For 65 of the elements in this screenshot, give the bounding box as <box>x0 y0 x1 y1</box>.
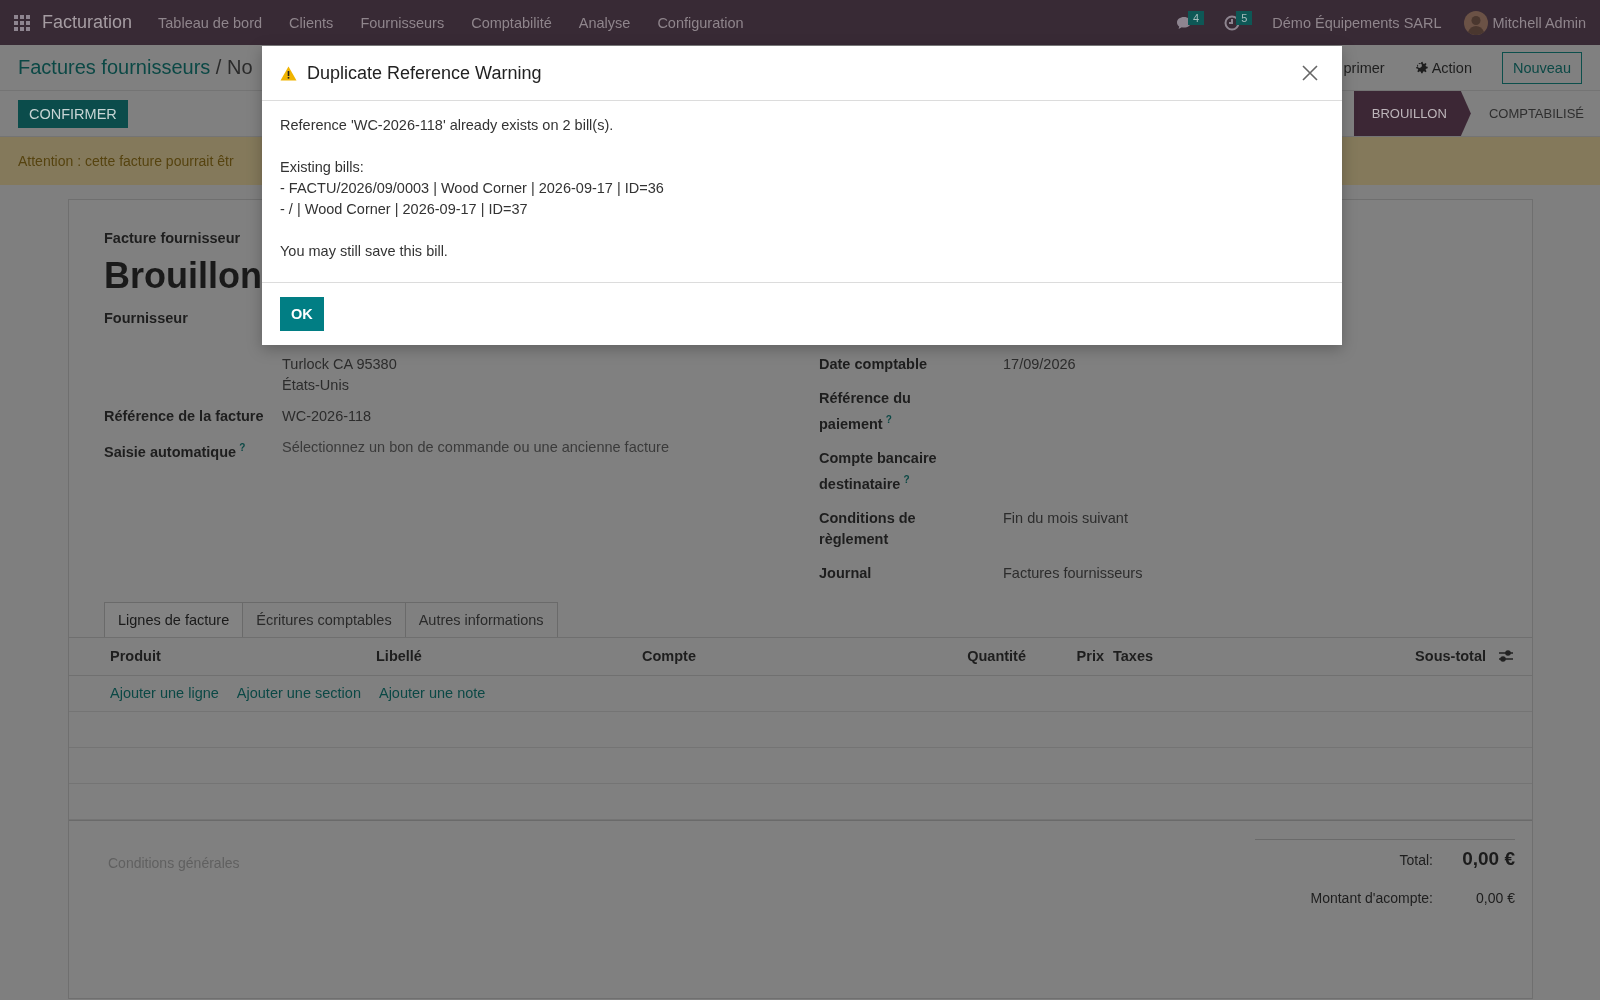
dialog-message-line: Existing bills: <box>280 158 365 177</box>
new-button[interactable]: Nouveau <box>1501 51 1582 84</box>
total-value: 0,00 € <box>1461 847 1515 870</box>
field-value[interactable]: WC-2026-118 <box>282 406 819 427</box>
field-value[interactable]: Factures fournisseurs <box>1003 562 1532 584</box>
status-stage[interactable]: BROUILLON <box>1353 91 1471 136</box>
column-header: Libellé <box>376 648 423 665</box>
field-label: Référence du paiement $^{?}$ <box>819 389 912 434</box>
field-label: Conditions de règlement <box>819 508 917 549</box>
document-title: Brouillon <box>104 254 263 298</box>
column-header: Quantité <box>966 648 1026 665</box>
warning-icon <box>280 65 297 81</box>
breadcrumb: Factures fournisseurs / No <box>18 56 253 79</box>
action-menu-button[interactable]: Action <box>1414 59 1472 76</box>
dialog-message-line: - FACTU/2026/09/0003 | Wood Corner | 2026-09-17 | ID=36 <box>280 179 665 198</box>
apps-grid-icon[interactable] <box>14 14 30 31</box>
field-value[interactable]: 17/09/2026 <box>1003 354 1532 375</box>
input-field[interactable]: Sélectionnez un bon de commande ou une ancienne facture <box>282 437 819 463</box>
field-label: Saisie automatique $^{?}$ <box>104 441 247 462</box>
ok-button[interactable]: OK <box>280 297 324 331</box>
app-name[interactable]: Facturation <box>42 12 133 33</box>
dialog-title: Duplicate Reference Warning <box>307 62 542 84</box>
dialog-message-line: - / | Wood Corner | 2026-09-17 | ID=37 <box>280 200 529 219</box>
column-header: Prix <box>1075 648 1104 665</box>
menu-item[interactable]: Tableau de bord <box>158 14 263 31</box>
column-header: Sous-total <box>1414 648 1486 665</box>
gear-icon <box>1414 61 1428 74</box>
address-line: États-Unis <box>282 376 350 395</box>
field-value[interactable]: Fin du mois suivant <box>1003 507 1532 550</box>
dialog-message-line: You may still save this bill. <box>280 242 449 261</box>
warning-text: Attention : cette facture pourrait êtr <box>18 153 234 169</box>
menu-item[interactable]: Clients <box>289 14 334 31</box>
print-menu-button[interactable]: primer <box>1343 59 1385 76</box>
clock-icon[interactable] <box>1224 14 1241 31</box>
dialog-message-line: Reference 'WC-2026-118' already exists on 2 bill(s). <box>280 116 615 135</box>
field-label: Référence de la facture <box>104 407 265 426</box>
menu-item[interactable]: Fournisseurs <box>360 14 445 31</box>
field-label: Journal <box>819 563 873 583</box>
column-header: Taxes <box>1112 648 1155 665</box>
add-line-link[interactable]: Ajouter une note <box>378 685 486 702</box>
column-settings-icon[interactable] <box>1498 649 1514 664</box>
menu-item[interactable]: Comptabilité <box>471 14 552 31</box>
activities-count-badge: 5 <box>1236 10 1253 25</box>
tab[interactable]: Lignes de facture <box>104 601 244 637</box>
add-line-link[interactable]: Ajouter une section <box>236 685 361 702</box>
field-label: Fournisseur <box>104 309 189 328</box>
close-icon[interactable] <box>1302 65 1318 81</box>
status-stage[interactable]: COMPTABILISÉ <box>1470 91 1600 136</box>
company-name[interactable]: Démo Équipements SARL <box>1272 14 1442 31</box>
tab[interactable]: Autres informations <box>404 601 558 637</box>
address-line: Turlock CA 95380 <box>282 355 398 374</box>
field-label: Date comptable <box>819 355 928 374</box>
column-header: Produit <box>110 648 162 665</box>
document-type-label: Facture fournisseur <box>104 229 242 248</box>
field-label: Compte bancaire destinataire $^{?}$ <box>819 448 938 494</box>
total-label: Montant d'acompte: <box>1310 889 1433 906</box>
add-line-link[interactable]: Ajouter une ligne <box>110 685 219 702</box>
column-header: Compte <box>642 648 697 665</box>
menu-item[interactable]: Configuration <box>657 14 744 31</box>
total-label: Total: <box>1399 851 1433 868</box>
confirm-button[interactable]: CONFIRMER <box>18 99 128 128</box>
messages-count-badge: 4 <box>1188 10 1205 25</box>
user-name[interactable]: Mitchell Admin <box>1492 14 1586 31</box>
total-value: 0,00 € <box>1475 889 1515 906</box>
menu-item[interactable]: Analyse <box>578 14 631 31</box>
